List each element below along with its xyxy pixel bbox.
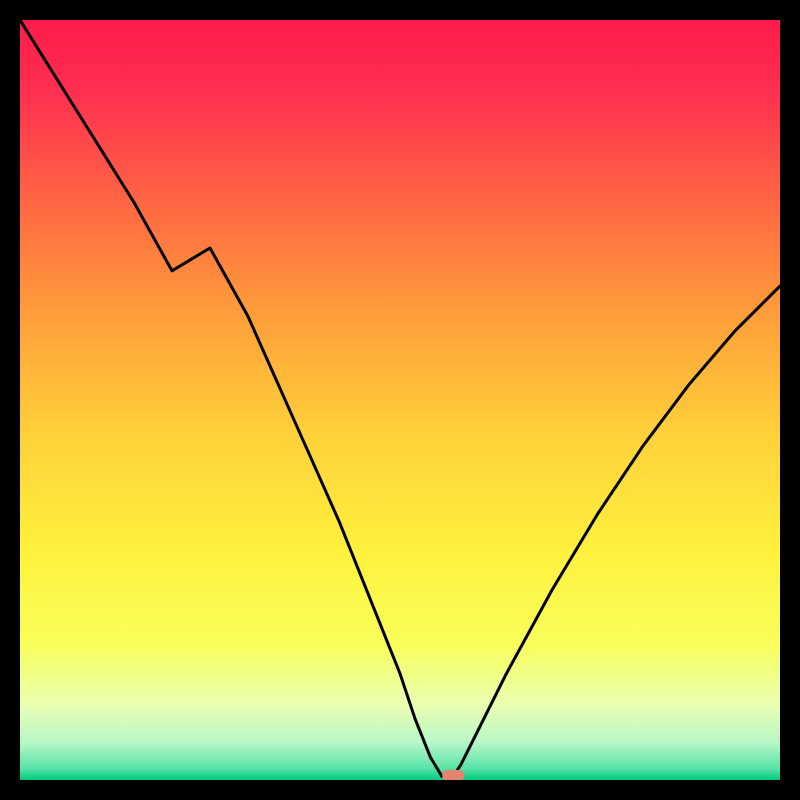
chart-svg bbox=[20, 20, 780, 780]
gradient-background bbox=[20, 20, 780, 780]
optimal-marker bbox=[442, 770, 464, 780]
chart-frame: TheBottleneck.com bbox=[20, 20, 780, 780]
